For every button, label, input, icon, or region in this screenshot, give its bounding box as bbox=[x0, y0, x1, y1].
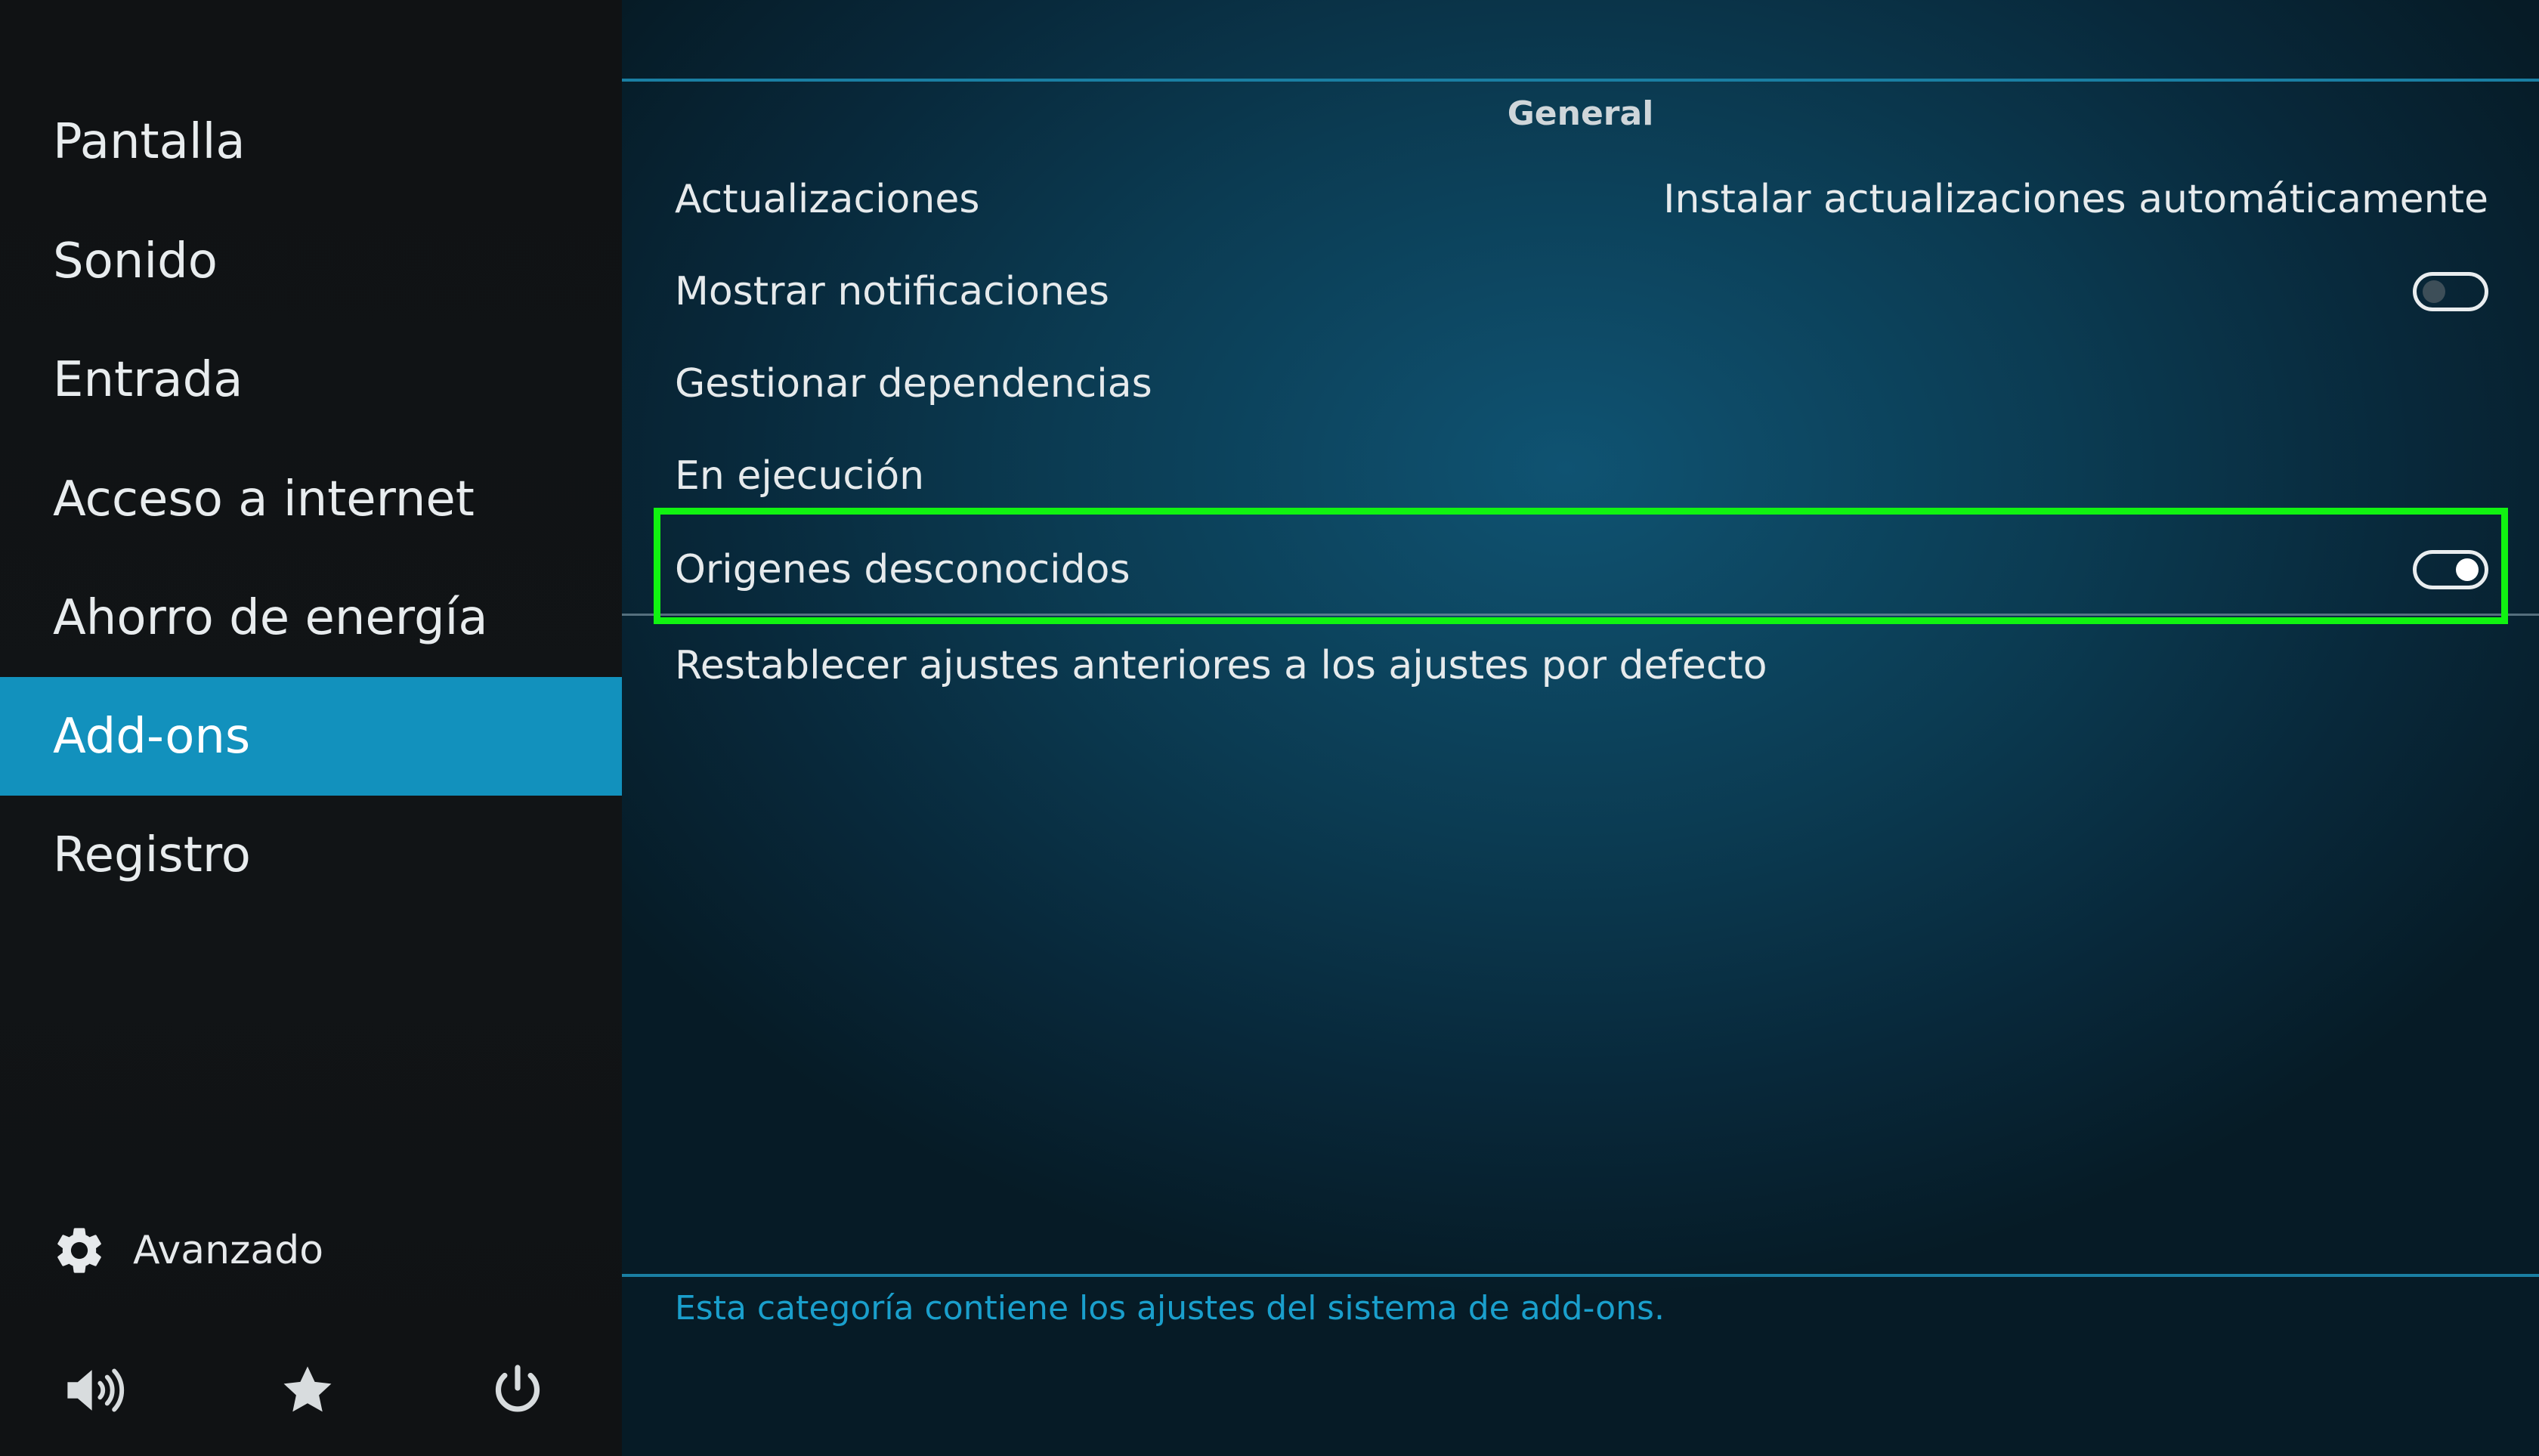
advanced-label: Avanzado bbox=[133, 1228, 324, 1273]
sidebar-item-registro[interactable]: Registro bbox=[0, 796, 622, 914]
sidebar: Pantalla Sonido Entrada Acceso a interne… bbox=[0, 0, 622, 1456]
sidebar-item-entrada[interactable]: Entrada bbox=[0, 320, 622, 439]
sidebar-item-sonido[interactable]: Sonido bbox=[0, 202, 622, 320]
notifications-toggle[interactable] bbox=[2413, 272, 2488, 311]
category-description: Esta categoría contiene los ajustes del … bbox=[675, 1289, 1665, 1328]
sidebar-item-label: Sonido bbox=[53, 233, 218, 289]
setting-actualizaciones[interactable]: Actualizaciones Instalar actualizaciones… bbox=[675, 158, 2488, 241]
power-icon bbox=[495, 1365, 540, 1412]
sidebar-item-label: Acceso a internet bbox=[53, 471, 475, 527]
setting-label: Actualizaciones bbox=[675, 177, 980, 222]
sidebar-item-label: Ahorro de energía bbox=[53, 589, 488, 646]
setting-label: Origenes desconocidos bbox=[675, 547, 1130, 592]
setting-mostrar-notificaciones[interactable]: Mostrar notificaciones bbox=[675, 250, 2488, 333]
unknown-sources-toggle[interactable] bbox=[2413, 550, 2488, 589]
sidebar-item-acceso-internet[interactable]: Acceso a internet bbox=[0, 440, 622, 558]
setting-label: En ejecución bbox=[675, 453, 925, 499]
setting-gestionar-dependencias[interactable]: Gestionar dependencias bbox=[675, 342, 2488, 425]
setting-value: Instalar actualizaciones automáticamente bbox=[1663, 177, 2488, 222]
top-divider bbox=[622, 79, 2539, 82]
toggle-knob bbox=[2456, 558, 2479, 581]
setting-restablecer-ajustes[interactable]: Restablecer ajustes anteriores a los aju… bbox=[675, 624, 2488, 707]
power-button[interactable] bbox=[484, 1356, 552, 1424]
sidebar-item-add-ons[interactable]: Add-ons bbox=[0, 677, 622, 796]
setting-label: Mostrar notificaciones bbox=[675, 269, 1110, 314]
toggle-knob bbox=[2423, 280, 2445, 303]
sidebar-item-pantalla[interactable]: Pantalla bbox=[0, 82, 622, 201]
favourites-button[interactable] bbox=[274, 1356, 342, 1424]
setting-en-ejecucion[interactable]: En ejecución bbox=[675, 434, 2488, 518]
settings-panel: General Actualizaciones Instalar actuali… bbox=[622, 0, 2539, 1456]
setting-label: Gestionar dependencias bbox=[675, 361, 1152, 407]
setting-label: Restablecer ajustes anteriores a los aju… bbox=[675, 643, 1767, 688]
gear-icon bbox=[57, 1228, 101, 1273]
sidebar-item-label: Add-ons bbox=[53, 708, 251, 765]
volume-button[interactable] bbox=[62, 1356, 130, 1424]
sidebar-item-label: Registro bbox=[53, 827, 251, 883]
sidebar-item-label: Pantalla bbox=[53, 113, 246, 170]
section-title: General bbox=[1507, 94, 1654, 133]
setting-origenes-desconocidos[interactable]: Origenes desconocidos bbox=[675, 528, 2488, 611]
selection-underline bbox=[622, 614, 2539, 616]
sidebar-item-ahorro-energia[interactable]: Ahorro de energía bbox=[0, 558, 622, 677]
bottom-divider bbox=[622, 1274, 2539, 1277]
volume-icon bbox=[67, 1368, 125, 1412]
star-icon bbox=[283, 1366, 332, 1412]
sidebar-item-label: Entrada bbox=[53, 351, 243, 408]
advanced-button[interactable]: Avanzado bbox=[51, 1220, 323, 1281]
